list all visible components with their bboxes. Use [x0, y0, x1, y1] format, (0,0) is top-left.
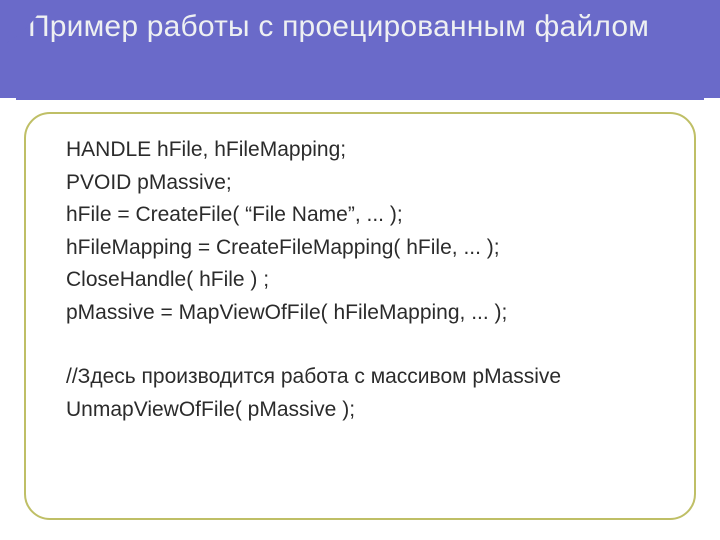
- code-line-blank: [66, 329, 670, 361]
- code-block: HANDLE hFile, hFileMapping; PVOID pMassi…: [66, 134, 670, 426]
- code-line: HANDLE hFile, hFileMapping;: [66, 134, 670, 167]
- code-line: hFileMapping = CreateFileMapping( hFile,…: [66, 232, 670, 265]
- content-frame: HANDLE hFile, hFileMapping; PVOID pMassi…: [24, 112, 696, 520]
- title-underline: [16, 97, 704, 100]
- code-line: CloseHandle( hFile ) ;: [66, 264, 670, 297]
- slide-title: Пример работы с проецированным файлом: [28, 8, 649, 46]
- code-line: PVOID pMassive;: [66, 167, 670, 200]
- code-line: //Здесь производится работа с массивом p…: [66, 361, 670, 394]
- code-line: hFile = CreateFile( “File Name”, ... );: [66, 199, 670, 232]
- code-line: pMassive = MapViewOfFile( hFileMapping, …: [66, 297, 670, 330]
- title-band: Пример работы с проецированным файлом: [0, 0, 720, 98]
- code-line: UnmapViewOfFile( pMassive );: [66, 394, 670, 427]
